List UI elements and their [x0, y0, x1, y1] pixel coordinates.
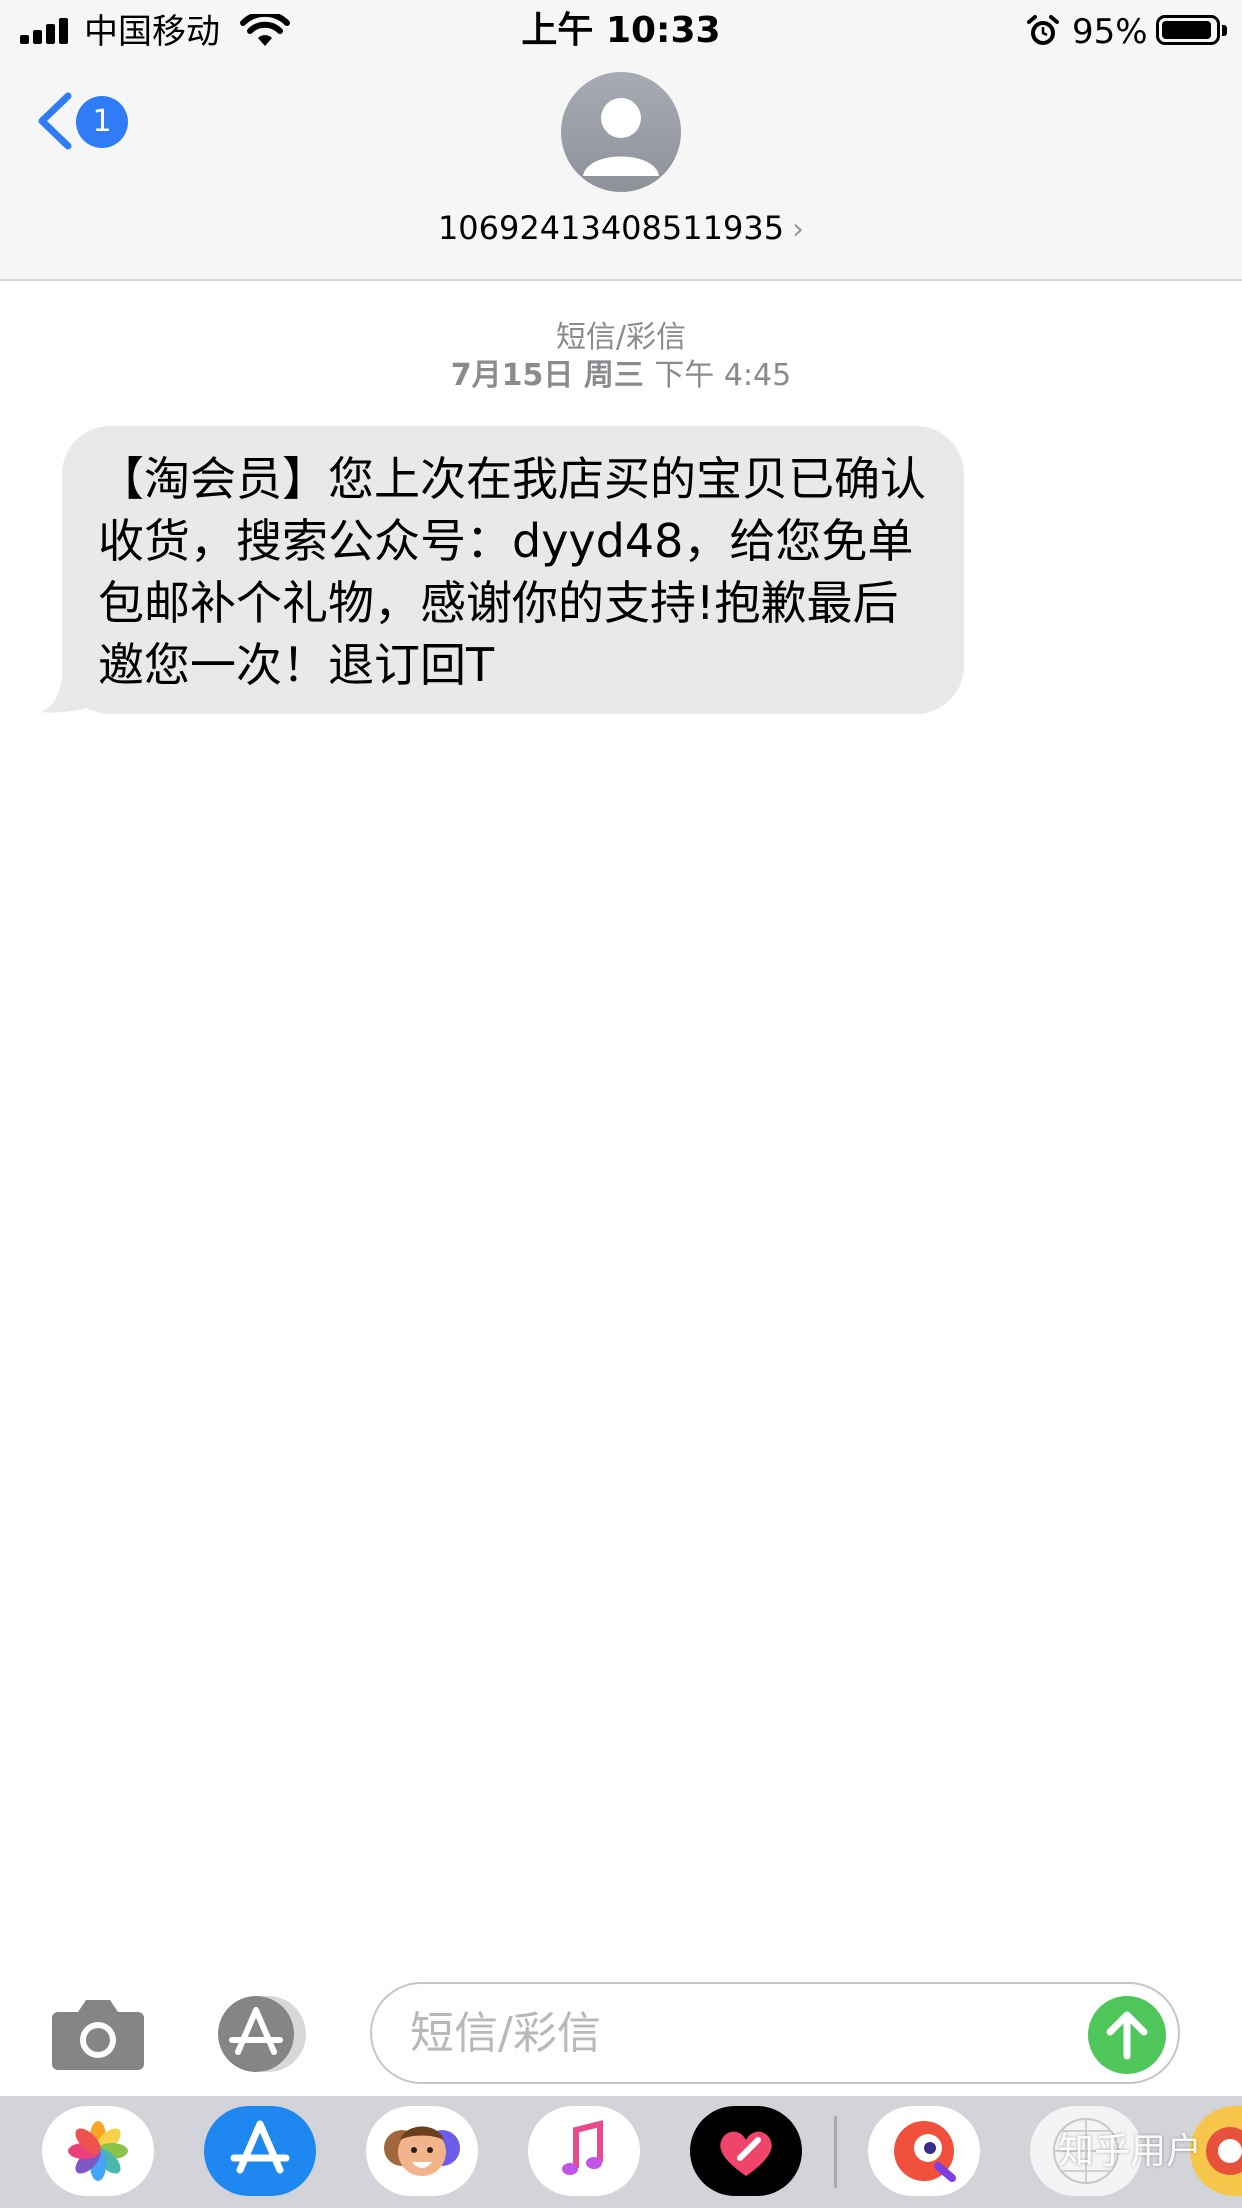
contact-number[interactable]: 10692413408511935 › — [0, 206, 1242, 252]
send-button[interactable] — [1088, 1996, 1166, 2074]
watermark: 知乎用户 — [1058, 2131, 1203, 2172]
service-label: 短信/彩信 — [555, 320, 687, 355]
app-store-icon[interactable] — [204, 2106, 316, 2196]
message-timestamp: 7月15日 周三 下午 4:45 — [0, 356, 1242, 396]
photos-icon[interactable] — [42, 2106, 154, 2196]
drawer-divider — [834, 2116, 837, 2188]
message-input[interactable]: 短信/彩信 — [370, 1982, 1180, 2084]
battery-nub — [1222, 25, 1227, 36]
timestamp-date: 7月15日 周三 — [450, 358, 644, 393]
music-icon[interactable] — [528, 2106, 640, 2196]
memoji-icon[interactable] — [366, 2106, 478, 2196]
alarm-icon — [1027, 15, 1059, 45]
message-placeholder: 短信/彩信 — [410, 2008, 601, 2059]
app-store-icon[interactable] — [210, 1994, 318, 2074]
battery-icon — [1156, 15, 1220, 45]
unread-badge: 1 — [76, 96, 128, 148]
status-bar: 中国移动 上午 10:33 95% — [0, 0, 1242, 62]
conversation-header: 中国移动 上午 10:33 95% 1 10692413408511935 › — [0, 0, 1242, 281]
back-button[interactable]: 1 — [34, 84, 144, 158]
battery-percent: 95% — [1072, 12, 1148, 52]
person-icon — [583, 98, 659, 176]
chevron-left-icon — [38, 92, 72, 150]
chevron-right-icon: › — [792, 212, 805, 247]
contact-number-text: 10692413408511935 — [437, 209, 785, 247]
digital-touch-icon[interactable] — [690, 2106, 802, 2196]
app-drawer: 知乎用户 — [0, 2096, 1242, 2208]
message-bubble[interactable]: 【淘会员】您上次在我店买的宝贝已确认收货，搜索公众号：dyyd48，给您免单包邮… — [62, 426, 964, 714]
camera-button[interactable] — [50, 1996, 146, 2072]
app-icon[interactable] — [868, 2106, 980, 2196]
arrow-up-icon — [1106, 2011, 1148, 2060]
timestamp-time: 下午 4:45 — [654, 358, 792, 393]
contact-avatar[interactable] — [561, 72, 681, 192]
message-text: 【淘会员】您上次在我店买的宝贝已确认收货，搜索公众号：dyyd48，给您免单包邮… — [98, 452, 926, 692]
